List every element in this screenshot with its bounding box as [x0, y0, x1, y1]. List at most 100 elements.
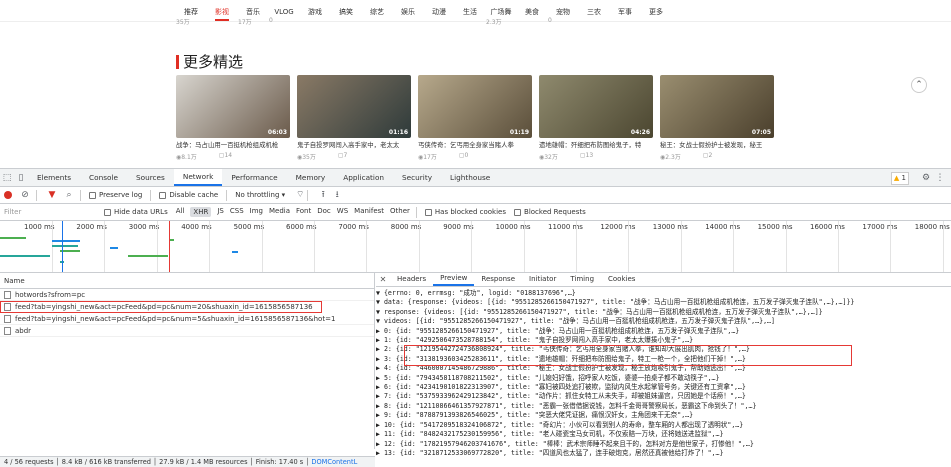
video-title[interactable]: 战争：马占山用一百挺机枪组成机枪 [176, 141, 290, 150]
type-filter[interactable]: All [176, 207, 185, 217]
type-filter[interactable]: Font [296, 207, 311, 217]
type-filter[interactable]: WS [337, 207, 348, 217]
json-line[interactable]: ▶ 5: {id: "7943458118708211502", title: … [376, 374, 951, 383]
type-filter[interactable]: CSS [230, 207, 244, 217]
json-line[interactable]: ▼ videos: [{id: "9551285266150471927", t… [376, 317, 951, 326]
video-card[interactable]: 07:05 秘王：女战士假扮护士被发现，秘王 ◉2.3万 ▢2 [660, 75, 774, 161]
clear-icon[interactable]: ⊘ [18, 188, 32, 202]
video-card[interactable]: 01:16 鬼子自投罗网闯入高手家中，老太太 ◉35万 ▢7 [297, 75, 411, 161]
status-transferred: 8.4 kB / 616 kB transferred [61, 458, 151, 466]
import-har-icon[interactable]: ⭱ [316, 188, 330, 202]
name-column-header[interactable]: Name [0, 273, 374, 289]
video-card[interactable]: 01:19 丐侠传奇：乞丐用全身家当赌人拳 ◉17万 ▢0 [418, 75, 532, 161]
settings-gear-icon[interactable]: ⚙ [919, 171, 933, 185]
devtools-tab[interactable]: Performance [222, 169, 286, 186]
stat-count: 2.3万 [486, 19, 502, 26]
timeline-tick-label: 1000 ms [24, 223, 55, 231]
stat-count: 35万 [176, 19, 190, 26]
devtools-tab[interactable]: Memory [287, 169, 335, 186]
has-blocked-cookies-checkbox[interactable]: Has blocked cookies [424, 208, 506, 216]
timeline-tick-label: 13000 ms [652, 223, 688, 231]
json-preview: ▼ {errno: 0, errmsg: "成功", logid: "01881… [376, 287, 951, 458]
devtools-tab[interactable]: Sources [127, 169, 174, 186]
json-line[interactable]: ▶ 0: {id: "9551285266150471927", title: … [376, 327, 951, 336]
video-card[interactable]: 06:03 战争：马占山用一百挺机枪组成机枪 ◉8.1万 ▢14 [176, 75, 290, 161]
json-line[interactable]: ▶ 7: {id: "5375933962429123842", title: … [376, 392, 951, 401]
json-line[interactable]: ▶ 11: {id: "8482432175230159956", title:… [376, 430, 951, 439]
json-line[interactable]: ▼ data: {response: {videos: [{id: "95512… [376, 298, 951, 307]
type-filter[interactable]: Img [250, 207, 263, 217]
devtools-tab[interactable]: Console [80, 169, 127, 186]
hide-data-urls-checkbox[interactable]: Hide data URLs [104, 208, 168, 216]
video-thumbnail[interactable]: 04:26 [539, 75, 653, 138]
json-line[interactable]: ▼ response: {videos: [{id: "955128526615… [376, 308, 951, 317]
json-line[interactable]: ▶ 13: {id: "3218712533069772820", title:… [376, 449, 951, 458]
checkbox-box [104, 208, 111, 216]
video-title[interactable]: 秘王：女战士假扮护士被发现，秘王 [660, 141, 774, 150]
video-thumbnail[interactable]: 06:03 [176, 75, 290, 138]
blocked-requests-checkbox[interactable]: Blocked Requests [514, 208, 586, 216]
video-thumbnail[interactable]: 01:16 [297, 75, 411, 138]
json-line[interactable]: ▶ 8: {id: "12110866461357927871", title:… [376, 402, 951, 411]
video-title[interactable]: 鬼子自投罗网闯入高手家中，老太太 [297, 141, 411, 150]
request-name: abdr [15, 326, 32, 335]
disable-cache-checkbox[interactable]: Disable cache [159, 191, 218, 199]
json-line[interactable]: ▼ {errno: 0, errmsg: "成功", logid: "01881… [376, 289, 951, 298]
timeline-tick-label: 5000 ms [233, 223, 265, 231]
network-conditions-icon[interactable]: ⌔ [293, 188, 307, 202]
video-card[interactable]: 04:26 遗地雄帽：歼细把布防图给鬼子，特 ◉32万 ▢13 [539, 75, 653, 161]
request-row[interactable]: feed?tab=yingshi_new&act=pcFeed&pd=pc&nu… [0, 313, 374, 325]
request-row[interactable]: hotwords?sfrom=pc [0, 289, 374, 301]
scroll-up-button[interactable]: ⌃ [911, 77, 927, 93]
video-thumbnail[interactable]: 07:05 [660, 75, 774, 138]
throttling-value: No throttling [235, 191, 280, 199]
more-menu-icon[interactable]: ⋮ [933, 171, 947, 185]
export-har-icon[interactable]: ⭳ [330, 188, 344, 202]
device-toolbar-icon[interactable]: ▯ [14, 171, 28, 185]
nav-item[interactable]: 更多 [641, 4, 671, 20]
devtools-tab[interactable]: Lighthouse [441, 169, 499, 186]
nav-item[interactable]: 三农 [579, 4, 609, 20]
json-line[interactable]: ▶ 6: {id: "4234190101822313907", title: … [376, 383, 951, 392]
type-filter[interactable]: Doc [317, 207, 331, 217]
nav-item[interactable]: 军事 [610, 4, 640, 20]
devtools-tab[interactable]: Elements [28, 169, 80, 186]
inspect-element-icon[interactable]: ⬚ [0, 171, 14, 185]
search-icon[interactable]: ⌕ [62, 188, 76, 202]
type-filter[interactable]: XHR [190, 207, 212, 217]
detail-tab[interactable]: Headers [390, 273, 433, 286]
video-title[interactable]: 遗地雄帽：歼细把布防图给鬼子，特 [539, 141, 653, 150]
throttling-select[interactable]: No throttling ▾ [235, 191, 285, 199]
json-line[interactable]: ▶ 12: {id: "17821957946203741676", title… [376, 440, 951, 449]
json-line[interactable]: ▶ 9: {id: "8788791393826546025", title: … [376, 411, 951, 420]
type-filter[interactable]: JS [217, 207, 224, 217]
warning-badge[interactable]: ▲ 1 [890, 171, 909, 185]
detail-tab[interactable]: Cookies [601, 273, 642, 286]
detail-tab[interactable]: Initiator [522, 273, 563, 286]
network-overview-timeline[interactable]: 1000 ms 2000 ms 3000 ms 4000 ms 5000 ms 6000 … [0, 221, 951, 273]
close-detail-icon[interactable]: ✕ [376, 275, 390, 284]
devtools-tab[interactable]: Network [173, 169, 223, 186]
comment-count: ▢2 [702, 152, 713, 159]
waterfall-bar [232, 251, 238, 253]
detail-tab[interactable]: Preview [433, 273, 475, 286]
detail-tab[interactable]: Response [474, 273, 522, 286]
video-title[interactable]: 丐侠传奇：乞丐用全身家当赌人拳 [418, 141, 532, 150]
timeline-gridline [785, 221, 787, 272]
type-filter[interactable]: Manifest [354, 207, 384, 217]
devtools-tab[interactable]: Application [334, 169, 393, 186]
devtools-tab[interactable]: Security [393, 169, 441, 186]
filter-icon[interactable]: ▼ [45, 188, 59, 202]
record-icon[interactable] [4, 191, 12, 199]
preserve-log-checkbox[interactable]: Preserve log [89, 191, 142, 199]
detail-tab[interactable]: Timing [563, 273, 601, 286]
request-row[interactable]: abdr [0, 325, 374, 337]
toolbar-divider [80, 189, 81, 201]
timeline-tick-label: 8000 ms [390, 223, 422, 231]
filter-input[interactable]: Filter [4, 208, 104, 216]
type-filter[interactable]: Media [269, 207, 290, 217]
type-filter[interactable]: Other [390, 207, 410, 217]
video-thumbnail[interactable]: 01:19 [418, 75, 532, 138]
json-line[interactable]: ▶ 10: {id: "5417209518324106872", title:… [376, 421, 951, 430]
request-row[interactable]: feed?tab=yingshi_new&act=pcFeed&pd=pc&nu… [0, 301, 322, 313]
